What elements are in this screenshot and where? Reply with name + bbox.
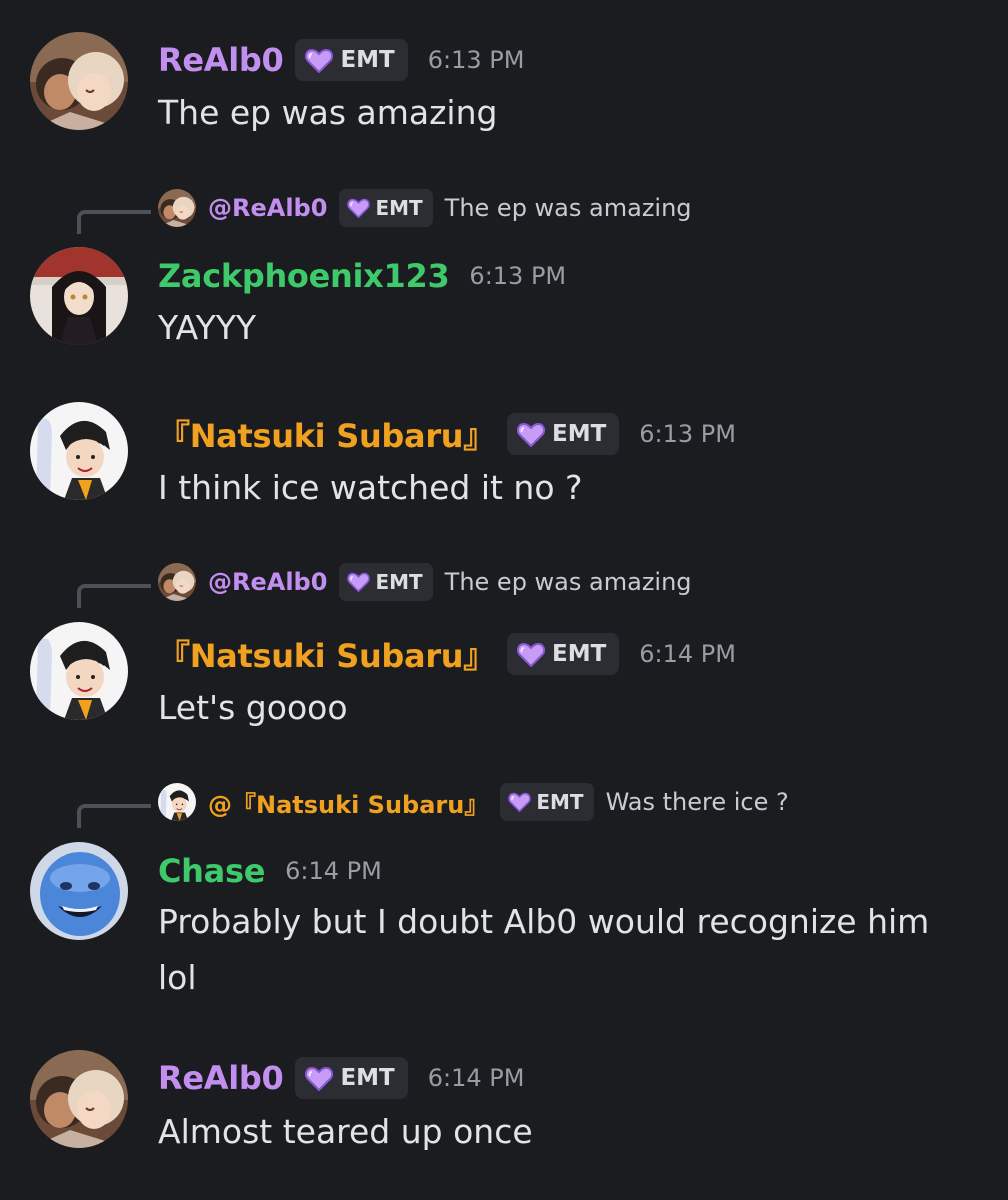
timestamp[interactable]: 6:13 PM — [469, 262, 566, 290]
reply-preview[interactable]: @『Natsuki Subaru』 EMT Was there ice ? — [0, 782, 1008, 828]
subaru-avatar[interactable] — [30, 402, 128, 500]
username[interactable]: ReAlb0 — [158, 1059, 284, 1097]
role-tag[interactable]: EMT — [295, 39, 408, 81]
reply-connector-line — [77, 210, 151, 234]
purple-heart-icon — [305, 48, 333, 73]
timestamp[interactable]: 6:14 PM — [428, 1064, 525, 1092]
role-tag[interactable]: EMT — [506, 633, 620, 675]
message-header: 『Natsuki Subaru』 EMT 6:13 PM — [158, 412, 736, 456]
role-tag-label: EMT — [340, 1065, 395, 1091]
purple-heart-icon — [517, 422, 545, 447]
chat-message-list: ReAlb0 EMT 6:13 PM The ep was amazing @R… — [0, 0, 1008, 1200]
role-tag[interactable]: EMT — [339, 563, 433, 601]
reply-text[interactable]: The ep was amazing — [445, 568, 692, 596]
role-tag[interactable]: EMT — [506, 413, 620, 455]
reply-connector-line — [77, 804, 151, 828]
reply-username[interactable]: @ReAlb0 — [208, 194, 327, 222]
message-header: 『Natsuki Subaru』 EMT 6:14 PM — [158, 632, 736, 676]
role-tag-label: EMT — [551, 641, 607, 667]
role-tag[interactable]: EMT — [500, 783, 594, 821]
message-text: The ep was amazing — [158, 93, 498, 132]
purple-heart-icon — [508, 792, 531, 812]
reply-username[interactable]: @ReAlb0 — [208, 568, 327, 596]
timestamp[interactable]: 6:14 PM — [639, 640, 736, 668]
dark-hair-girl-avatar[interactable] — [30, 247, 128, 345]
username[interactable]: ReAlb0 — [158, 41, 284, 79]
role-tag-label: EMT — [551, 421, 607, 447]
message-header: ReAlb0 EMT 6:14 PM — [158, 1056, 524, 1100]
subaru-avatar[interactable] — [30, 622, 128, 720]
timestamp[interactable]: 6:13 PM — [428, 46, 525, 74]
timestamp[interactable]: 6:13 PM — [639, 420, 736, 448]
anime-duo-avatar — [158, 563, 196, 601]
message-text: YAYYY — [158, 308, 257, 347]
message-header: Chase 6:14 PM — [158, 849, 382, 893]
purple-heart-icon — [305, 1066, 333, 1091]
role-tag-label: EMT — [375, 570, 423, 594]
reply-connector-line — [77, 584, 151, 608]
reply-text[interactable]: The ep was amazing — [445, 194, 692, 222]
anime-duo-avatar[interactable] — [30, 1050, 128, 1148]
anime-duo-avatar — [158, 189, 196, 227]
message-header: Zackphoenix123 6:13 PM — [158, 254, 566, 298]
message-text: Probably but I doubt Alb0 would recogniz… — [158, 902, 930, 997]
purple-heart-icon — [347, 198, 370, 218]
username[interactable]: Chase — [158, 852, 265, 890]
username[interactable]: Zackphoenix123 — [158, 257, 450, 295]
username[interactable]: 『Natsuki Subaru』 — [158, 631, 495, 677]
purple-heart-icon — [347, 572, 370, 592]
subaru-avatar — [158, 783, 196, 821]
message-text: Let's goooo — [158, 688, 348, 727]
role-tag-label: EMT — [536, 790, 584, 814]
role-tag[interactable]: EMT — [295, 1057, 408, 1099]
message-text: Almost teared up once — [158, 1112, 533, 1151]
reply-preview[interactable]: @ReAlb0 EMT The ep was amazing — [0, 188, 1008, 234]
timestamp[interactable]: 6:14 PM — [285, 857, 382, 885]
reply-text[interactable]: Was there ice ? — [606, 788, 789, 816]
reply-preview[interactable]: @ReAlb0 EMT The ep was amazing — [0, 562, 1008, 608]
message-text: I think ice watched it no ? — [158, 468, 583, 507]
purple-heart-icon — [517, 642, 545, 667]
anime-duo-avatar[interactable] — [30, 32, 128, 130]
role-tag-label: EMT — [340, 47, 395, 73]
role-tag[interactable]: EMT — [339, 189, 433, 227]
message-header: ReAlb0 EMT 6:13 PM — [158, 38, 524, 82]
username[interactable]: 『Natsuki Subaru』 — [158, 411, 495, 457]
reply-username[interactable]: @『Natsuki Subaru』 — [208, 785, 488, 820]
blue-face-avatar[interactable] — [30, 842, 128, 940]
role-tag-label: EMT — [375, 196, 423, 220]
